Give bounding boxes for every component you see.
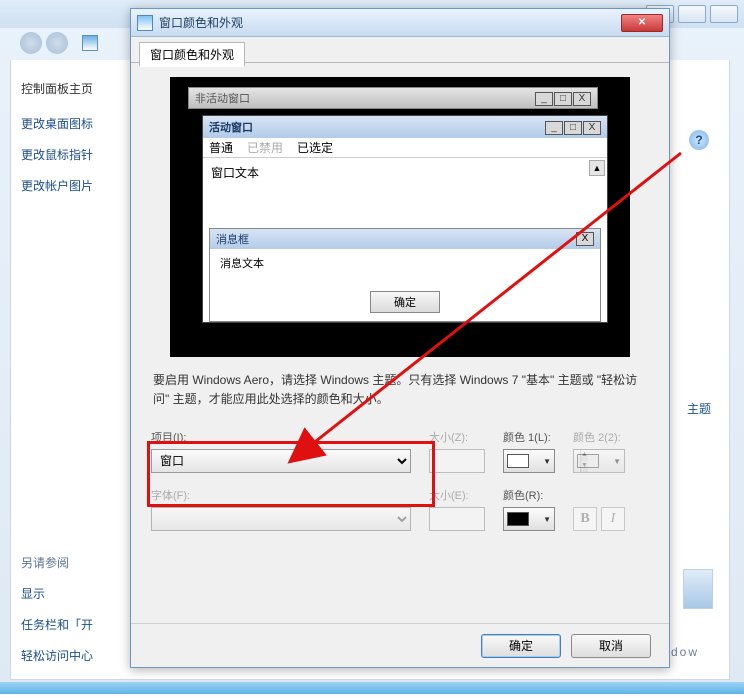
- menu-disabled: 已禁用: [247, 139, 283, 156]
- active-window-title: 活动窗口: [209, 119, 544, 135]
- description-text: 要启用 Windows Aero，请选择 Windows 主题。只有选择 Win…: [151, 371, 649, 409]
- minimize-icon: _: [535, 92, 553, 106]
- color2-swatch: [577, 454, 599, 468]
- preview-active-window: 活动窗口 _□X 普通 已禁用 已选定 窗口文本 ▲ 消息框: [202, 115, 608, 323]
- msgbox-buttons: 确定: [210, 287, 600, 321]
- sidebar-link-mouse-pointer[interactable]: 更改鼠标指针: [21, 146, 126, 163]
- size-z-spinner: ▲▼: [429, 449, 485, 473]
- color2-picker: ▼: [573, 449, 625, 473]
- msgbox-title-text: 消息框: [216, 231, 576, 247]
- bg-maximize-button[interactable]: [678, 5, 706, 23]
- ok-button[interactable]: 确定: [481, 634, 561, 658]
- appearance-dialog: 窗口颜色和外观 ✕ 窗口颜色和外观 非活动窗口 _□X 活动窗口 _□X: [130, 8, 670, 668]
- forward-button[interactable]: [46, 32, 68, 54]
- dialog-footer: 确定 取消: [131, 623, 669, 667]
- msgbox-ok-button: 确定: [370, 291, 440, 313]
- color1-swatch: [507, 454, 529, 468]
- color2-label: 颜色 2(2):: [573, 429, 625, 445]
- minimize-icon: _: [545, 121, 563, 135]
- preview-content: 窗口文本 ▲: [203, 158, 607, 224]
- preview-inactive-window: 非活动窗口 _□X: [188, 87, 598, 109]
- see-also-label: 另请参阅: [21, 554, 126, 571]
- menu-selected: 已选定: [297, 139, 333, 156]
- see-also-ease-access[interactable]: 轻松访问中心: [21, 647, 131, 664]
- msgbox-text: 消息文本: [210, 249, 600, 287]
- dialog-title: 窗口颜色和外观: [159, 14, 621, 31]
- topic-label: 主题: [687, 400, 711, 417]
- sidebar-link-desktop-icons[interactable]: 更改桌面图标: [21, 115, 126, 132]
- location-icon: [82, 35, 98, 51]
- window-text-label: 窗口文本: [211, 166, 259, 180]
- scrollbar-up-icon: ▲: [589, 160, 605, 176]
- help-icon[interactable]: ?: [689, 130, 709, 150]
- taskbar-strip: [0, 682, 744, 694]
- font-select: [151, 507, 411, 531]
- see-also-taskbar[interactable]: 任务栏和「开: [21, 616, 131, 633]
- dialog-titlebar[interactable]: 窗口颜色和外观 ✕: [131, 9, 669, 37]
- inactive-window-title: 非活动窗口: [195, 90, 534, 106]
- bold-button: B: [573, 507, 597, 531]
- preview-msgbox: 消息框 X 消息文本 确定: [209, 228, 601, 322]
- menu-normal: 普通: [209, 139, 233, 156]
- sidebar: 控制面板主页 更改桌面图标 更改鼠标指针 更改帐户图片 另请参阅 显示 任务栏和…: [11, 60, 136, 698]
- size-e-label: 大小(E):: [429, 487, 485, 503]
- size-e-spinner: ▲▼: [429, 507, 485, 531]
- msgbox-close-icon: X: [576, 232, 594, 246]
- size-z-label: 大小(Z):: [429, 429, 485, 445]
- chevron-down-icon: ▼: [613, 457, 621, 466]
- inactive-window-buttons: _□X: [534, 90, 591, 106]
- color1-label: 颜色 1(L):: [503, 429, 555, 445]
- tab-strip: 窗口颜色和外观: [131, 37, 669, 63]
- cancel-button[interactable]: 取消: [571, 634, 651, 658]
- color-r-swatch: [507, 512, 529, 526]
- see-also-display[interactable]: 显示: [21, 585, 126, 602]
- bg-close-button[interactable]: [710, 5, 738, 23]
- active-titlebar: 活动窗口 _□X: [203, 116, 607, 138]
- maximize-icon: □: [564, 121, 582, 135]
- close-icon: X: [573, 92, 591, 106]
- dialog-icon: [137, 15, 153, 31]
- preview-menubar: 普通 已禁用 已选定: [203, 138, 607, 158]
- color-r-label: 颜色(R):: [503, 487, 555, 503]
- active-window-buttons: _□X: [544, 119, 601, 135]
- preview-pane: 非活动窗口 _□X 活动窗口 _□X 普通 已禁用 已选定: [170, 77, 630, 357]
- msgbox-titlebar: 消息框 X: [210, 229, 600, 249]
- annotation-highlight-box: [147, 441, 435, 507]
- sidebar-heading: 控制面板主页: [21, 80, 126, 97]
- close-icon: X: [583, 121, 601, 135]
- chevron-down-icon: ▼: [543, 515, 551, 524]
- dialog-close-button[interactable]: ✕: [621, 14, 663, 32]
- chevron-down-icon: ▼: [543, 457, 551, 466]
- back-button[interactable]: [20, 32, 42, 54]
- color-r-picker[interactable]: ▼: [503, 507, 555, 531]
- maximize-icon: □: [554, 92, 572, 106]
- italic-button: I: [601, 507, 625, 531]
- theme-thumbnail: [663, 569, 713, 609]
- tab-appearance[interactable]: 窗口颜色和外观: [139, 42, 245, 67]
- sidebar-link-account-picture[interactable]: 更改帐户图片: [21, 177, 126, 194]
- color1-picker[interactable]: ▼: [503, 449, 555, 473]
